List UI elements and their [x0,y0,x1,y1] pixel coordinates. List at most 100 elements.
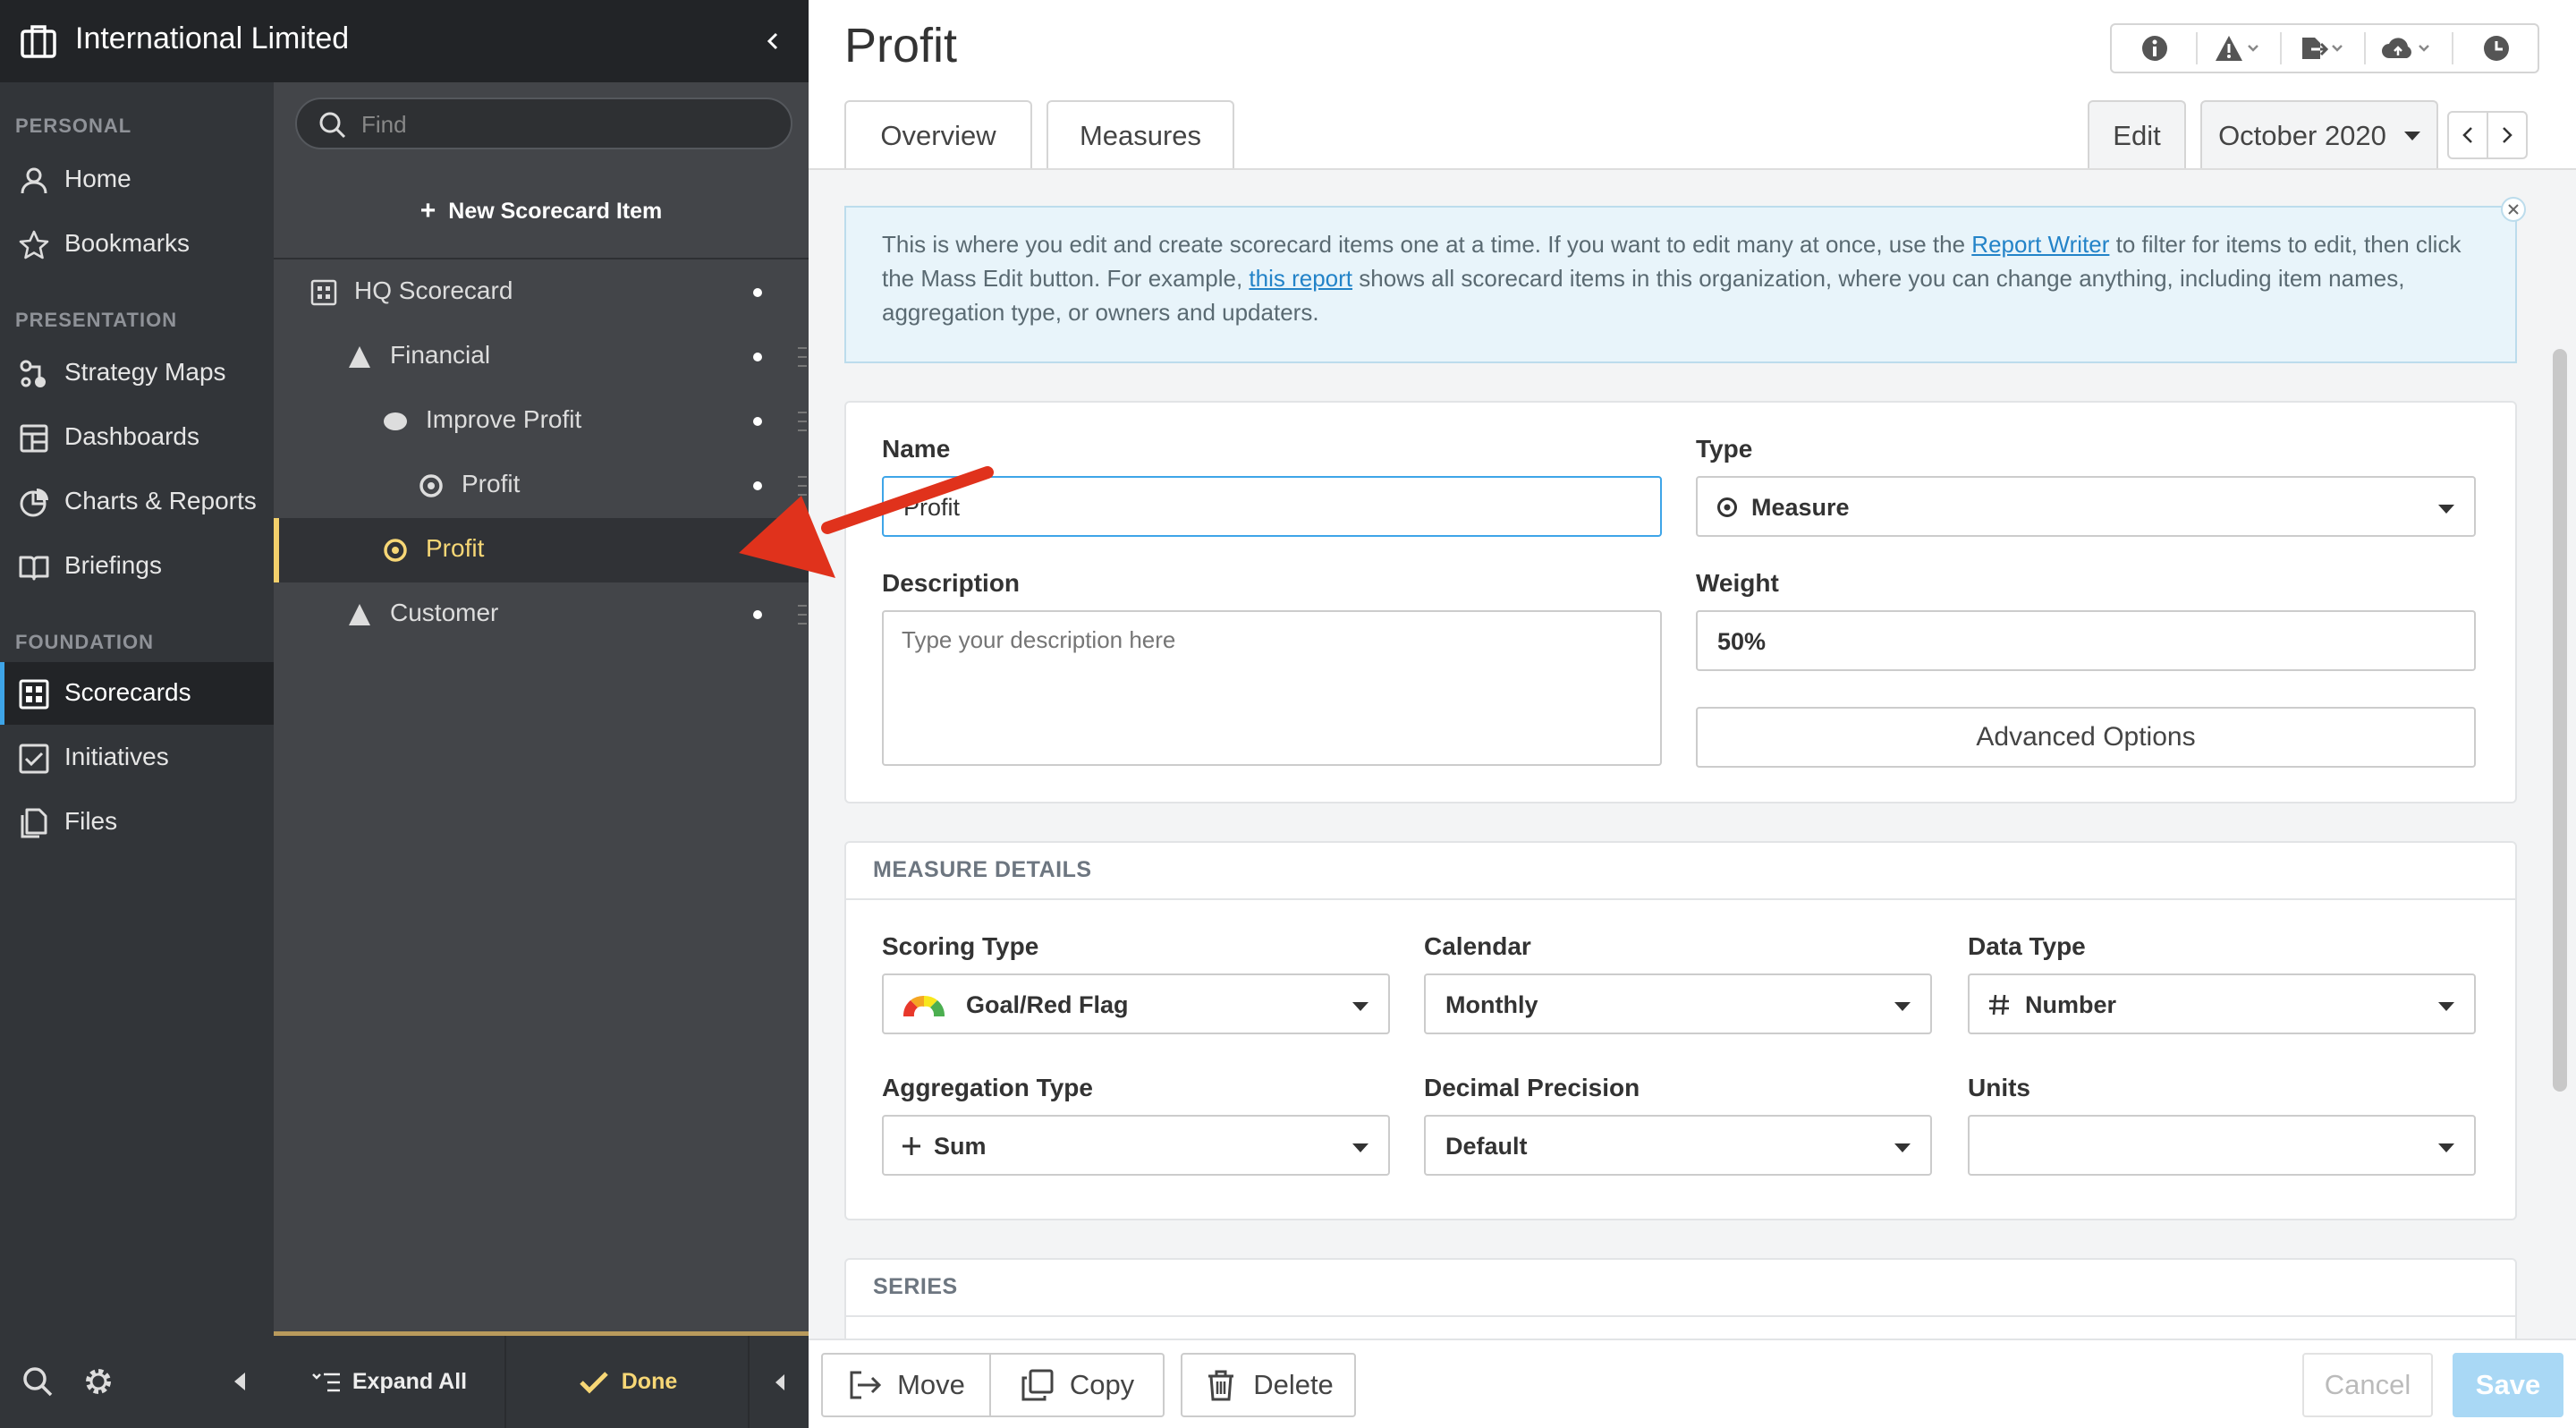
export-button[interactable] [2284,25,2362,72]
copy-icon [1021,1369,1054,1401]
description-label: Description [882,569,1021,597]
search-icon [319,112,346,139]
dashboard-icon [20,424,48,453]
sidebar-item-label: Dashboards [64,422,199,450]
sidebar-item-bookmarks[interactable]: Bookmarks [0,213,274,276]
toolbar-divider [2280,32,2282,64]
tree-footer: Expand All Done [274,1331,809,1428]
plus-icon [902,1137,920,1155]
measure-details-title: MEASURE DETAILS [846,843,2515,900]
find-input[interactable] [361,108,773,140]
tab-overview[interactable]: Overview [844,100,1032,170]
caret-down-icon [2438,1143,2454,1152]
period-selector[interactable]: October 2020 [2200,100,2438,170]
sidebar-item-dashboards[interactable]: Dashboards [0,406,274,469]
sidebar-item-home[interactable]: Home [0,149,274,211]
tree-item-improve-profit[interactable]: Improve Profit [274,389,809,454]
collapse-left-icon[interactable] [229,1367,250,1396]
copy-button[interactable]: Copy [989,1353,1165,1417]
chevron-left-icon[interactable] [766,30,780,52]
report-writer-link[interactable]: Report Writer [1971,231,2109,258]
close-banner-button[interactable] [2501,197,2526,222]
history-button[interactable] [2457,25,2536,72]
scrollbar[interactable] [2553,349,2567,1092]
series-card: SERIES [844,1258,2517,1339]
move-icon [850,1371,882,1399]
caret-down-icon [2403,132,2420,140]
delete-button[interactable]: Delete [1181,1353,1356,1417]
sidebar-item-label: Briefings [64,551,162,579]
name-input[interactable]: Profit [882,476,1662,537]
status-dot [753,610,762,619]
previous-period-button[interactable] [2447,111,2488,159]
cancel-button[interactable]: Cancel [2302,1353,2433,1417]
cloud-button[interactable] [2368,25,2446,72]
expand-all-button[interactable]: Expand All [274,1336,506,1428]
aggregation-type-label: Aggregation Type [882,1074,1093,1101]
sidebar-item-files[interactable]: Files [0,791,274,854]
sidebar-item-briefings[interactable]: Briefings [0,535,274,598]
aggregation-type-value: Sum [934,1133,987,1160]
weight-value: 50% [1717,628,1767,655]
drag-handle-icon[interactable] [798,473,807,498]
hash-icon [1989,994,2009,1016]
find-box [295,98,792,149]
gear-icon[interactable] [82,1365,114,1398]
info-banner: This is where you edit and create scorec… [844,197,2526,363]
tree-item-customer[interactable]: Customer [274,582,809,647]
move-button[interactable]: Move [821,1353,991,1417]
drag-handle-icon[interactable] [798,409,807,434]
this-report-link[interactable]: this report [1249,265,1352,292]
new-scorecard-item-button[interactable]: + New Scorecard Item [274,165,809,259]
save-button[interactable]: Save [2453,1353,2563,1417]
tree-item-hq-scorecard[interactable]: HQ Scorecard [274,260,809,325]
tree-item-label: HQ Scorecard [354,276,513,304]
units-select[interactable] [1968,1115,2476,1176]
scoring-type-select[interactable]: Goal/Red Flag [882,973,1390,1034]
info-button[interactable] [2115,25,2194,72]
copy-label: Copy [1069,1369,1135,1400]
tab-measures[interactable]: Measures [1046,100,1234,170]
scoring-type-label: Scoring Type [882,932,1039,960]
data-type-select[interactable]: Number [1968,973,2476,1034]
main-panel: Profit Overview Measures Edit October 20… [809,0,2576,1428]
type-value: Measure [1751,494,1850,521]
sidebar-item-initiatives[interactable]: Initiatives [0,727,274,789]
data-type-label: Data Type [1968,932,2086,960]
sidebar-item-strategy-maps[interactable]: Strategy Maps [0,342,274,404]
description-textarea[interactable] [882,610,1662,766]
tree-item-profit[interactable]: Profit [274,454,809,518]
export-icon [2302,38,2343,59]
triangle-icon [349,346,370,368]
tree-item-profit-selected[interactable]: Profit [274,518,809,582]
org-name[interactable]: International Limited [75,21,349,56]
decimal-precision-select[interactable]: Default [1424,1115,1932,1176]
sidebar-item-label: Home [64,165,131,192]
aggregation-type-select[interactable]: Sum [882,1115,1390,1176]
next-period-button[interactable] [2487,111,2528,159]
tab-edit[interactable]: Edit [2088,100,2186,170]
search-icon[interactable] [21,1365,54,1398]
sidebar-item-charts-reports[interactable]: Charts & Reports [0,471,274,533]
scorecard-icon [19,679,49,710]
drag-handle-icon[interactable] [798,602,807,627]
sidebar-item-scorecards[interactable]: Scorecards [0,662,274,725]
alerts-button[interactable] [2199,25,2278,72]
weight-input[interactable]: 50% [1696,610,2476,671]
collapse-left-icon [775,1373,784,1390]
drag-handle-icon[interactable] [798,344,807,370]
advanced-options-button[interactable]: Advanced Options [1696,707,2476,768]
collapse-tree-button[interactable] [751,1336,809,1428]
done-button[interactable]: Done [508,1336,750,1428]
measure-icon [1717,497,1737,517]
period-label: October 2020 [2218,120,2386,151]
calendar-select[interactable]: Monthly [1424,973,1932,1034]
main-sidebar: PERSONAL Home Bookmarks PRESENTATION Str… [0,0,274,1428]
page-title: Profit [844,19,958,72]
type-select[interactable]: Measure [1696,476,2476,537]
tree-item-financial[interactable]: Financial [274,325,809,389]
calendar-value: Monthly [1445,991,1538,1018]
ellipse-icon [384,412,407,430]
tree-item-label: Profit [426,534,485,562]
chevron-right-icon [2503,127,2512,143]
